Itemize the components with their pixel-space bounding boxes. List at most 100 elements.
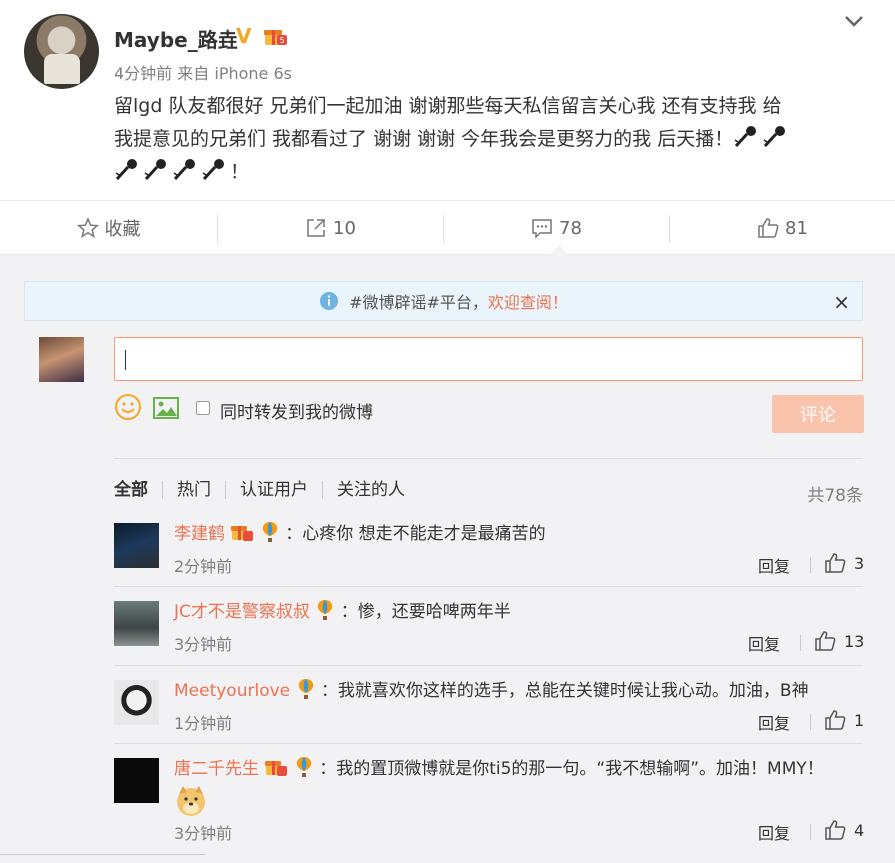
comment-section: #微博辟谣#平台， 欢迎查阅！ × 同时转发到我的微博 评论 全部 热门 认证用… [0, 255, 895, 863]
hot-air-balloon-icon[interactable] [294, 756, 314, 778]
hot-air-balloon-icon[interactable] [315, 599, 335, 621]
post-time[interactable]: 4分钟前 [114, 64, 172, 83]
reply-button[interactable]: 回复 [758, 820, 790, 844]
microphone-emoji-icon [173, 159, 195, 181]
comment-like-button[interactable]: 4 [824, 819, 864, 841]
hot-air-balloon-icon[interactable] [296, 678, 316, 700]
weibo-post: Maybe_路垚 V 5 4分钟前 来自 iPhone 6s 留lgd 队友都很… [0, 0, 895, 200]
comment-time: 3分钟前 [174, 635, 233, 654]
divider [800, 635, 801, 651]
total-comment-count: 共78条 [807, 486, 863, 506]
reply-button[interactable]: 回复 [758, 553, 790, 577]
comment-like-button[interactable]: 13 [814, 630, 864, 652]
tab-hot[interactable]: 热门 [163, 481, 226, 499]
post-text-segment: 我提意见的兄弟们 我都看过了 谢谢 谢谢 今年我会是更努力的我 后天播！ [114, 128, 734, 150]
comment-content: ：心疼你 想走不能走才是最痛苦的 [285, 524, 546, 544]
microphone-emoji-icon [115, 159, 137, 181]
like-button[interactable]: 81 [670, 201, 895, 255]
divider [810, 557, 811, 573]
author-avatar[interactable] [24, 14, 99, 89]
post-text: 留lgd 队友都很好 兄弟们一起加油 谢谢那些每天私信留言关心我 还有支持我 给… [114, 90, 874, 189]
comment-like-count: 13 [844, 631, 865, 651]
commenter-avatar[interactable] [114, 601, 159, 646]
repost-checkbox[interactable] [196, 401, 210, 415]
thumbs-up-icon [815, 631, 836, 651]
comment-content: ：我的置顶微博就是你ti5的那一句。“我不想输啊”。加油！MMY！ [319, 759, 824, 779]
thumbs-up-icon [758, 218, 779, 238]
commenter-avatar[interactable] [114, 758, 159, 803]
reply-button[interactable]: 回复 [758, 710, 790, 734]
microphone-emoji-icon [144, 159, 166, 181]
reply-button[interactable]: 回复 [748, 631, 780, 655]
comment-time: 3分钟前 [174, 824, 233, 843]
author-name[interactable]: Maybe_路垚 [114, 24, 238, 53]
tab-all[interactable]: 全部 [114, 481, 163, 499]
comment-submit-button[interactable]: 评论 [772, 395, 864, 433]
commenter-name[interactable]: Meetyourlove [174, 681, 290, 701]
doge-emoji-icon [177, 786, 205, 816]
rumor-notice-banner: #微博辟谣#平台， 欢迎查阅！ × [24, 281, 863, 321]
divider [810, 824, 811, 840]
comment-icon [532, 219, 552, 239]
notice-link[interactable]: 欢迎查阅！ [488, 289, 568, 313]
verified-v-icon[interactable]: V [236, 24, 251, 48]
emoji-icon[interactable] [114, 393, 142, 421]
like-count: 81 [785, 217, 808, 239]
post-text-segment: ！ [230, 161, 250, 183]
comment-like-count: 4 [854, 820, 865, 840]
thumbs-up-icon [825, 820, 846, 840]
commenter-avatar[interactable] [114, 680, 159, 725]
notice-tag[interactable]: #微博辟谣#平台， [349, 289, 488, 313]
hot-air-balloon-icon[interactable] [260, 521, 280, 543]
divider [0, 854, 205, 855]
member-gift-badge-icon[interactable]: 5 [262, 25, 288, 47]
chevron-down-icon[interactable] [844, 14, 864, 28]
post-text-line: 我提意见的兄弟们 我都看过了 谢谢 谢谢 今年我会是更努力的我 后天播！ [114, 123, 874, 156]
info-icon [320, 292, 339, 310]
repost-checkbox-label[interactable]: 同时转发到我的微博 [220, 398, 373, 423]
comment-like-count: 1 [854, 710, 865, 730]
commenter-avatar[interactable] [114, 523, 159, 568]
member-gift-badge-icon[interactable] [230, 522, 254, 542]
favorite-button[interactable]: 收藏 [0, 201, 217, 255]
tab-verified-users[interactable]: 认证用户 [226, 481, 323, 499]
microphone-emoji-icon [202, 159, 224, 181]
comment-item: Meetyourlove ：我就喜欢你这样的选手，总能在关键时候让我心动。加油，… [114, 678, 864, 738]
microphone-emoji-icon [734, 126, 757, 148]
tab-following[interactable]: 关注的人 [323, 481, 419, 499]
share-icon [307, 219, 325, 237]
comment-input[interactable] [114, 337, 863, 381]
comment-count: 78 [559, 217, 582, 239]
comment-like-button[interactable]: 1 [824, 709, 864, 731]
comment-item: 唐二千先生 ：我的置顶微博就是你ti5的那一句。“我不想输啊”。加油！MMY！ … [114, 756, 864, 848]
divider [810, 714, 811, 730]
comment-text: JC才不是警察叔叔 ：惨，还要哈啤两年半 [174, 599, 863, 623]
source-prefix: 来自 [177, 64, 210, 83]
post-text-line: 留lgd 队友都很好 兄弟们一起加油 谢谢那些每天私信留言关心我 还有支持我 给 [114, 95, 782, 117]
commenter-name[interactable]: 李建鹤 [174, 524, 225, 544]
comment-item: JC才不是警察叔叔 ：惨，还要哈啤两年半 3分钟前 回复 13 [114, 599, 864, 659]
comment-text: 李建鹤 ：心疼你 想走不能走才是最痛苦的 [174, 521, 863, 545]
current-user-avatar[interactable] [39, 337, 84, 382]
comment-filter-tabs: 全部 热门 认证用户 关注的人 [114, 481, 419, 499]
repost-count: 10 [333, 217, 356, 239]
comment-content: ：我就喜欢你这样的选手，总能在关键时候让我心动。加油，B神 [320, 681, 809, 701]
divider [114, 458, 863, 459]
svg-text:5: 5 [279, 36, 284, 45]
commenter-name[interactable]: 唐二千先生 [174, 759, 259, 779]
member-gift-badge-icon[interactable] [264, 757, 288, 777]
comment-text: Meetyourlove ：我就喜欢你这样的选手，总能在关键时候让我心动。加油，… [174, 678, 863, 702]
repost-button[interactable]: 10 [218, 201, 443, 255]
comment-like-count: 3 [854, 553, 865, 573]
image-icon[interactable] [152, 396, 180, 420]
comment-like-button[interactable]: 3 [824, 552, 864, 574]
divider [114, 586, 863, 587]
text-caret [125, 350, 126, 370]
comment-item: 李建鹤 ：心疼你 想走不能走才是最痛苦的 2分钟前 回复 3 [114, 521, 864, 581]
emoji-row [174, 784, 863, 824]
commenter-name[interactable]: JC才不是警察叔叔 [174, 602, 310, 622]
thumbs-up-icon [825, 553, 846, 573]
comment-text: 唐二千先生 ：我的置顶微博就是你ti5的那一句。“我不想输啊”。加油！MMY！ [174, 756, 863, 824]
source-device[interactable]: iPhone 6s [214, 64, 292, 83]
close-icon[interactable]: × [833, 290, 850, 314]
